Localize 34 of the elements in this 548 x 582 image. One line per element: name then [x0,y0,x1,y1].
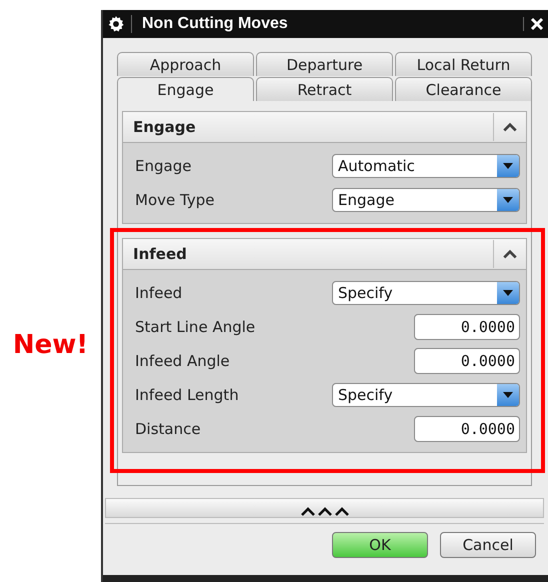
tab[interactable]: Local Return [395,52,532,76]
field-label: Move Type [135,191,214,209]
section-title: Engage [132,118,197,136]
field-label: Infeed Angle [135,352,230,370]
dropdown[interactable]: Automatic [332,154,520,178]
tab[interactable]: Clearance [395,77,532,101]
field-label: Distance [135,420,201,438]
dropdown[interactable]: Engage [332,188,520,212]
field-label: Engage [135,157,192,175]
dropdown-arrow-icon [502,162,514,170]
dropdown-arrow-icon [502,391,514,399]
expand-icon [300,506,350,516]
dropdown[interactable]: Specify [332,281,520,305]
window-title: Non Cutting Moves [131,15,523,33]
dialog-button[interactable]: OK [332,532,428,558]
annotation-label: New! [12,330,88,360]
tab[interactable]: Engage [117,77,254,101]
section-header[interactable]: Infeed [123,239,526,270]
section-title: Infeed [132,245,188,263]
field-label: Infeed Length [135,386,239,404]
number-field[interactable]: 0.0000 [414,314,520,340]
section-header[interactable]: Engage [123,112,526,143]
field-label: Start Line Angle [135,318,256,336]
tab[interactable]: Approach [117,52,254,76]
dropdown-arrow-icon [502,196,514,204]
gear-icon[interactable] [107,15,125,33]
field-label: Infeed [135,284,182,302]
dropdown[interactable]: Specify [332,383,520,407]
tab[interactable]: Retract [256,77,393,101]
number-field[interactable]: 0.0000 [414,348,520,374]
number-field[interactable]: 0.0000 [414,416,520,442]
tab[interactable]: Departure [256,52,393,76]
dropdown-arrow-icon [502,289,514,297]
dialog-button[interactable]: Cancel [440,532,536,558]
